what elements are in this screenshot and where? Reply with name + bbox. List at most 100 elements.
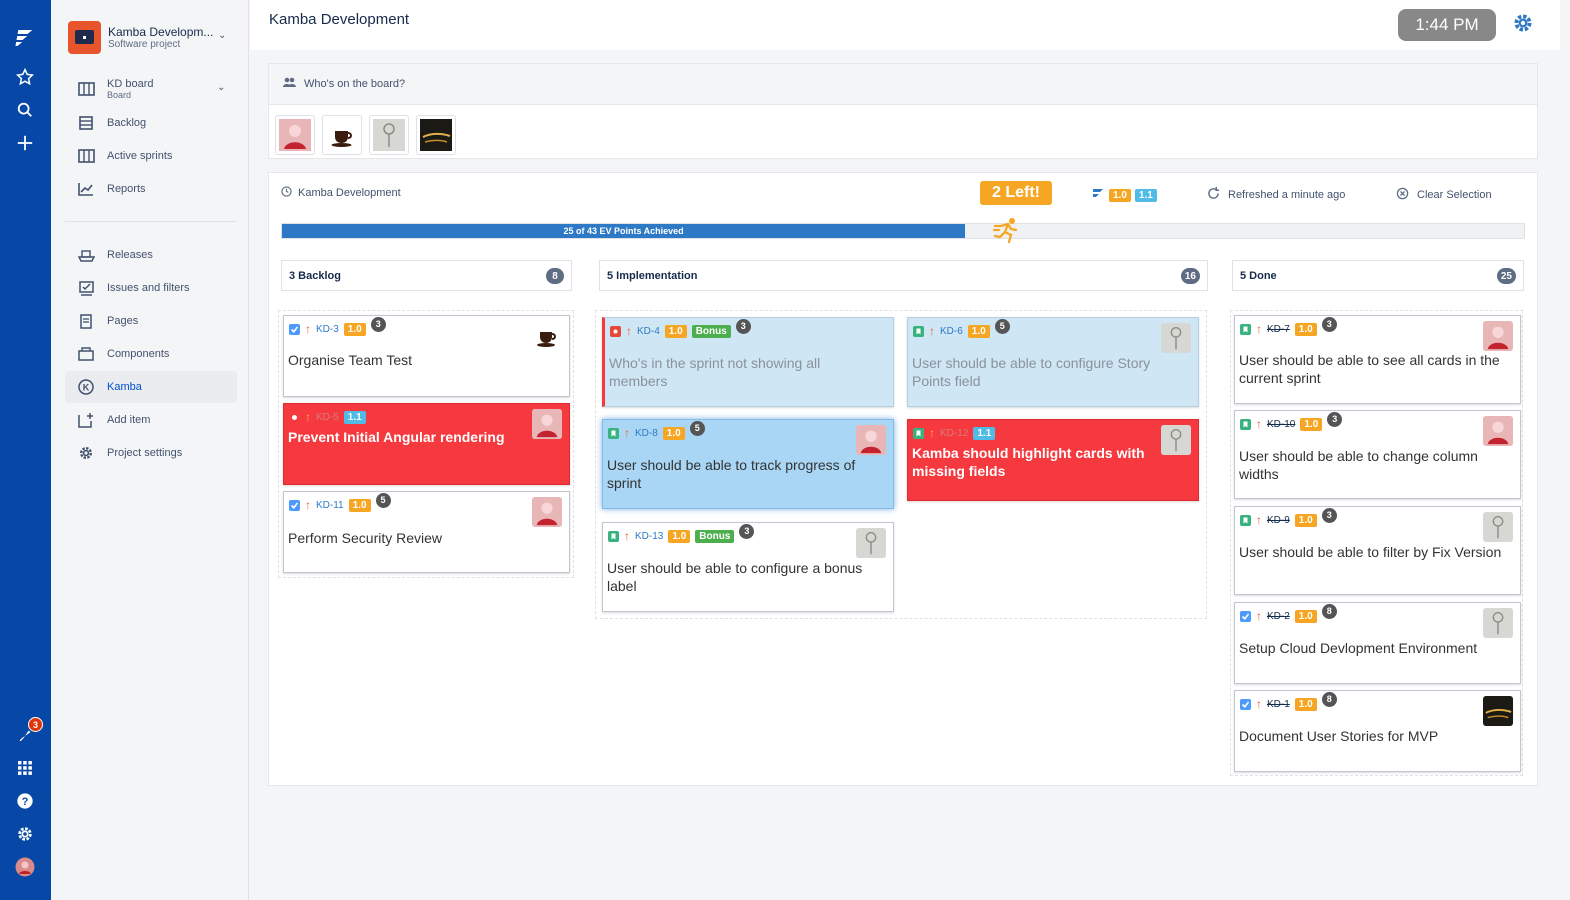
sidebar-item-project-settings[interactable]: Project settings [65,437,237,469]
version-tag: 1.0 [1300,417,1323,431]
priority-high-icon: ↑ [1256,417,1262,431]
column-header-done[interactable]: 5 Done 25 [1232,260,1524,291]
version-filter[interactable]: 1.0 1.1 [1091,186,1157,205]
settings-icon[interactable] [12,821,38,847]
create-icon[interactable] [12,130,38,156]
who-panel-title: Who's on the board? [304,78,406,90]
user-avatar[interactable] [369,115,409,155]
issue-card[interactable]: ↑ KD-2 1.0 8 Setup Cloud Devlopment Envi… [1234,602,1521,684]
card-title: User should be able to filter by Fix Ver… [1239,544,1502,560]
issues-icon [65,280,107,296]
gear-icon[interactable] [1512,12,1534,39]
issue-key[interactable]: KD-10 [1267,419,1295,430]
issue-key[interactable]: KD-7 [1267,324,1290,335]
refresh-icon [1207,187,1220,203]
clear-selection-button[interactable]: Clear Selection [1396,187,1492,203]
issue-key[interactable]: KD-8 [635,428,658,439]
priority-high-icon: ↑ [1256,609,1262,623]
version-tag: 1.0 [343,322,366,336]
app-switcher-icon[interactable] [12,755,38,781]
issue-key[interactable]: KD-5 [316,412,339,423]
sidebar-item-reports[interactable]: Reports [65,173,237,205]
column-header-backlog[interactable]: 3 Backlog 8 [281,260,572,291]
card-meta: ↑ KD-11 1.0 5 [289,492,391,512]
ev-progress-bar: 25 of 43 EV Points Achieved [281,223,1525,239]
version-tag[interactable]: 1.1 [1134,189,1157,202]
task-type-icon [1240,698,1251,710]
issue-key[interactable]: KD-2 [1267,611,1290,622]
issue-card[interactable]: ↑ KD-4 1.0 Bonus 3 Who's in the sprint n… [602,317,894,407]
estimate-badge: 5 [375,492,391,508]
sidebar-item-pages[interactable]: Pages [65,305,237,337]
issue-card[interactable]: ↑ KD-12 1.1 Kamba should highlight cards… [907,419,1199,501]
story-type-icon [913,427,924,439]
users-icon [283,77,296,91]
help-icon[interactable]: ? [12,788,38,814]
issue-key[interactable]: KD-12 [940,428,968,439]
issue-key[interactable]: KD-4 [637,326,660,337]
add-icon [65,412,107,428]
issue-card[interactable]: ↑ KD-1 1.0 8 Document User Stories for M… [1234,690,1521,772]
column-header-implementation[interactable]: 5 Implementation 16 [599,260,1208,291]
issue-card[interactable]: ↑ KD-7 1.0 3 User should be able to see … [1234,315,1521,404]
estimate-badge: 3 [739,523,755,539]
page-title: Kamba Development [269,11,410,28]
priority-high-icon: ↑ [626,324,632,338]
issue-key[interactable]: KD-3 [316,324,339,335]
card-title: User should be able to configure Story P… [912,355,1151,389]
clock-display: 1:44 PM [1398,9,1496,41]
bug-type-icon [289,412,300,423]
sidebar-item-releases[interactable]: Releases [65,239,237,271]
card-meta: ↑ KD-12 1.1 [913,426,996,440]
estimate-badge: 8 [1321,691,1337,707]
task-type-icon [1240,610,1251,622]
project-switcher[interactable]: Kamba Developm... Software project ⌄ [68,21,238,55]
issue-card[interactable]: ↑ KD-11 1.0 5 Perform Security Review [283,491,570,573]
backlog-icon [65,116,107,130]
star-icon[interactable] [12,64,38,90]
search-icon[interactable] [12,97,38,123]
sidebar-divider [65,221,237,222]
issue-card[interactable]: ↑ KD-13 1.0 Bonus 3 User should be able … [602,522,894,612]
issue-key[interactable]: KD-6 [940,326,963,337]
refresh-button[interactable]: Refreshed a minute ago [1207,187,1345,203]
user-avatar[interactable] [416,115,456,155]
issue-card[interactable]: ↑ KD-9 1.0 3 User should be able to filt… [1234,506,1521,595]
issue-card-selected[interactable]: ↑ KD-8 1.0 5 User should be able to trac… [602,419,894,509]
jira-logo-icon[interactable] [12,24,38,50]
sidebar-item-active-sprints[interactable]: Active sprints [65,140,237,172]
card-title: User should be able to track progress of… [607,457,856,491]
bug-type-icon [610,325,621,337]
sidebar-item-issues[interactable]: Issues and filters [65,272,237,304]
issue-card[interactable]: ↑ KD-6 1.0 5 User should be able to conf… [907,317,1199,407]
priority-high-icon: ↑ [929,426,935,440]
card-meta: ↑ KD-1 1.0 8 [1240,691,1337,711]
issue-card[interactable]: ↑ KD-10 1.0 3 User should be able to cha… [1234,410,1521,499]
sidebar-item-add-item[interactable]: Add item [65,404,237,436]
user-avatar[interactable] [322,115,362,155]
version-tag: 1.1 [343,410,366,424]
sidebar-item-backlog[interactable]: Backlog [65,107,237,139]
project-logo-icon [68,21,101,54]
issue-key[interactable]: KD-1 [1267,699,1290,710]
task-type-icon [289,323,300,335]
sidebar-item-kamba[interactable]: K Kamba [65,371,237,403]
priority-high-icon: ↑ [624,529,630,543]
card-title: Organise Team Test [288,352,412,368]
bonus-tag: Bonus [691,324,731,338]
priority-high-icon: ↑ [624,426,630,440]
board-switcher[interactable]: KD board Board ⌄ [65,73,237,105]
user-avatar [1483,696,1513,726]
user-avatar-icon[interactable] [12,854,38,880]
issue-key[interactable]: KD-9 [1267,515,1290,526]
column-count-badge: 25 [1496,268,1516,284]
card-title: Setup Cloud Devlopment Environment [1239,640,1478,656]
sidebar-item-components[interactable]: Components [65,338,237,370]
story-type-icon [608,530,619,542]
issue-key[interactable]: KD-13 [635,531,663,542]
issue-card[interactable]: ↑ KD-5 1.1 Prevent Initial Angular rende… [283,403,570,485]
version-tag[interactable]: 1.0 [1109,189,1131,202]
issue-card[interactable]: ↑ KD-3 1.0 3 Organise Team Test [283,315,570,397]
user-avatar[interactable] [275,115,315,155]
issue-key[interactable]: KD-11 [316,500,344,511]
